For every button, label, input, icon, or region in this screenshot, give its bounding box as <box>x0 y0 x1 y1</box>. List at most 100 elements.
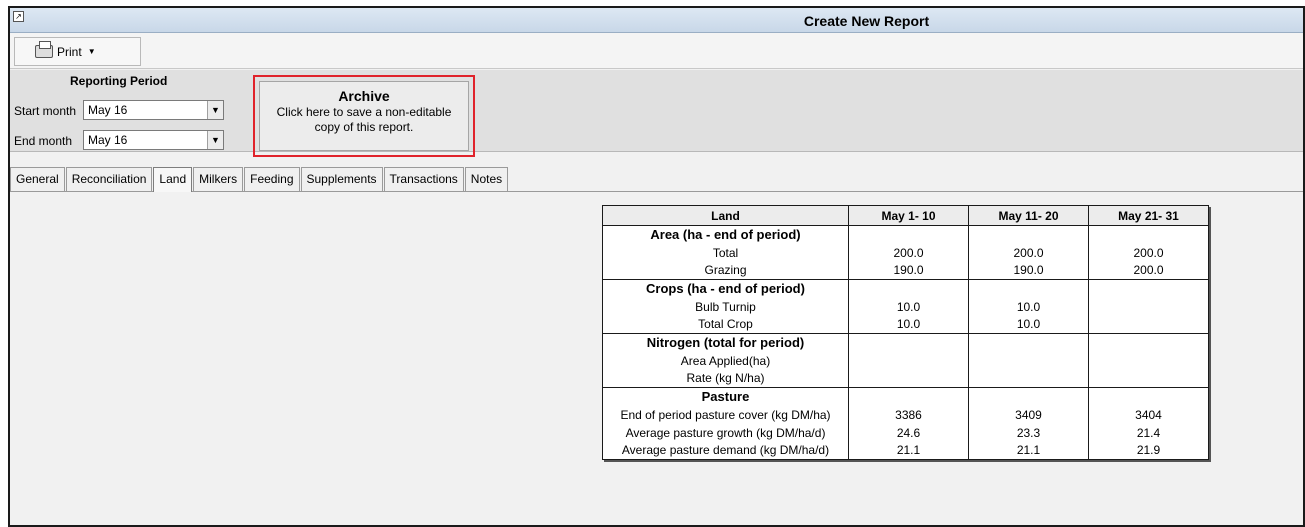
table-cell: 190.0 <box>968 261 1089 280</box>
table-cell <box>968 387 1089 406</box>
table-cell: 3404 <box>1088 405 1209 424</box>
table-cell: 23.3 <box>968 423 1089 442</box>
tab-content-land: Land May 1- 10 May 11- 20 May 21- 31 Are… <box>10 192 1303 525</box>
table-cell: 21.1 <box>848 441 969 460</box>
table-cell: 200.0 <box>1088 261 1209 280</box>
table-cell <box>968 369 1089 388</box>
table-row: Total 200.0 200.0 200.0 <box>602 243 1209 262</box>
row-label: End of period pasture cover (kg DM/ha) <box>602 405 849 424</box>
table-section-row: Nitrogen (total for period) <box>602 333 1209 352</box>
tab-notes[interactable]: Notes <box>464 167 509 191</box>
start-month-label: Start month <box>14 104 77 118</box>
table-row: End of period pasture cover (kg DM/ha) 33… <box>602 405 1209 424</box>
table-cell: 200.0 <box>968 243 1089 262</box>
tab-general[interactable]: General <box>10 167 65 191</box>
table-cell: 21.1 <box>968 441 1089 460</box>
table-row: Average pasture growth (kg DM/ha/d) 24.6 2… <box>602 423 1209 442</box>
archive-desc-line2: copy of this report. <box>314 120 414 134</box>
table-cell <box>968 225 1089 244</box>
header-may-11-20: May 11- 20 <box>968 205 1089 226</box>
table-header-row: Land May 1- 10 May 11- 20 May 21- 31 <box>602 205 1209 226</box>
table-row: Average pasture demand (kg DM/ha/d) 21.1 2… <box>602 441 1209 460</box>
table-cell <box>848 387 969 406</box>
row-label: Average pasture growth (kg DM/ha/d) <box>602 423 849 442</box>
end-month-select[interactable]: May 16 ▼ <box>83 130 224 150</box>
archive-highlight: Archive Click here to save a non-editabl… <box>253 75 475 157</box>
printer-icon <box>35 41 53 58</box>
row-label: Bulb Turnip <box>602 297 849 316</box>
table-cell <box>1088 225 1209 244</box>
table-cell: 10.0 <box>968 315 1089 334</box>
chevron-down-icon[interactable]: ▼ <box>207 101 223 119</box>
chevron-down-icon: ▼ <box>87 47 96 56</box>
table-cell: 3386 <box>848 405 969 424</box>
table-cell <box>1088 351 1209 370</box>
row-label: Grazing <box>602 261 849 280</box>
window-title: Create New Report <box>803 13 930 29</box>
table-cell <box>848 333 969 352</box>
tab-reconciliation[interactable]: Reconciliation <box>65 167 153 191</box>
section-heading: Pasture <box>602 387 849 406</box>
table-cell <box>968 351 1089 370</box>
table-cell: 10.0 <box>848 315 969 334</box>
table-cell: 200.0 <box>848 243 969 262</box>
print-button[interactable]: Print ▼ <box>14 37 141 66</box>
row-label: Total Crop <box>602 315 849 334</box>
table-cell: 21.9 <box>1088 441 1209 460</box>
toolbar: Print ▼ <box>10 33 1303 69</box>
table-section-row: Crops (ha - end of period) <box>602 279 1209 298</box>
table-cell: 21.4 <box>1088 423 1209 442</box>
table-row: Area Applied(ha) <box>602 351 1209 370</box>
table-cell <box>848 369 969 388</box>
table-row: Grazing 190.0 190.0 200.0 <box>602 261 1209 280</box>
header-may-21-31: May 21- 31 <box>1088 205 1209 226</box>
table-cell <box>1088 369 1209 388</box>
table-section-row: Pasture <box>602 387 1209 406</box>
table-row: Rate (kg N/ha) <box>602 369 1209 388</box>
section-heading: Nitrogen (total for period) <box>602 333 849 352</box>
table-cell <box>848 279 969 298</box>
section-heading: Crops (ha - end of period) <box>602 279 849 298</box>
report-tabs: General Reconciliation Land Milkers Feed… <box>10 167 509 193</box>
end-month-label: End month <box>14 134 73 148</box>
title-bar: ↗ Create New Report <box>10 8 1303 33</box>
header-may-1-10: May 1- 10 <box>848 205 969 226</box>
print-label: Print <box>57 44 82 59</box>
archive-title: Archive <box>338 88 390 104</box>
table-cell <box>848 225 969 244</box>
table-cell <box>968 333 1089 352</box>
table-cell: 24.6 <box>848 423 969 442</box>
table-cell <box>968 279 1089 298</box>
start-month-value: May 16 <box>88 103 128 117</box>
row-label: Area Applied(ha) <box>602 351 849 370</box>
end-month-value: May 16 <box>88 133 128 147</box>
table-cell: 190.0 <box>848 261 969 280</box>
chevron-down-icon[interactable]: ▼ <box>207 131 223 149</box>
row-label: Average pasture demand (kg DM/ha/d) <box>602 441 849 460</box>
tab-land[interactable]: Land <box>153 167 193 193</box>
tab-milkers[interactable]: Milkers <box>193 167 244 191</box>
tab-supplements[interactable]: Supplements <box>300 167 383 191</box>
table-cell: 10.0 <box>968 297 1089 316</box>
table-cell <box>848 351 969 370</box>
table-cell <box>1088 333 1209 352</box>
table-cell <box>1088 387 1209 406</box>
land-table: Land May 1- 10 May 11- 20 May 21- 31 Are… <box>602 205 1209 460</box>
row-label: Total <box>602 243 849 262</box>
table-cell <box>1088 297 1209 316</box>
header-land: Land <box>602 205 849 226</box>
tab-feeding[interactable]: Feeding <box>244 167 300 191</box>
table-cell <box>1088 279 1209 298</box>
table-cell: 10.0 <box>848 297 969 316</box>
reporting-period-panel: Reporting Period Start month May 16 ▼ En… <box>10 70 1303 157</box>
start-month-select[interactable]: May 16 ▼ <box>83 100 224 120</box>
reporting-period-title: Reporting Period <box>70 74 168 88</box>
report-window: ↗ Create New Report Print ▼ Reporting Pe… <box>8 6 1305 527</box>
table-row: Total Crop 10.0 10.0 <box>602 315 1209 334</box>
table-section-row: Area (ha - end of period) <box>602 225 1209 244</box>
table-cell <box>1088 315 1209 334</box>
archive-button[interactable]: Archive Click here to save a non-editabl… <box>259 81 469 151</box>
tab-transactions[interactable]: Transactions <box>383 167 464 191</box>
table-cell: 3409 <box>968 405 1089 424</box>
section-heading: Area (ha - end of period) <box>602 225 849 244</box>
